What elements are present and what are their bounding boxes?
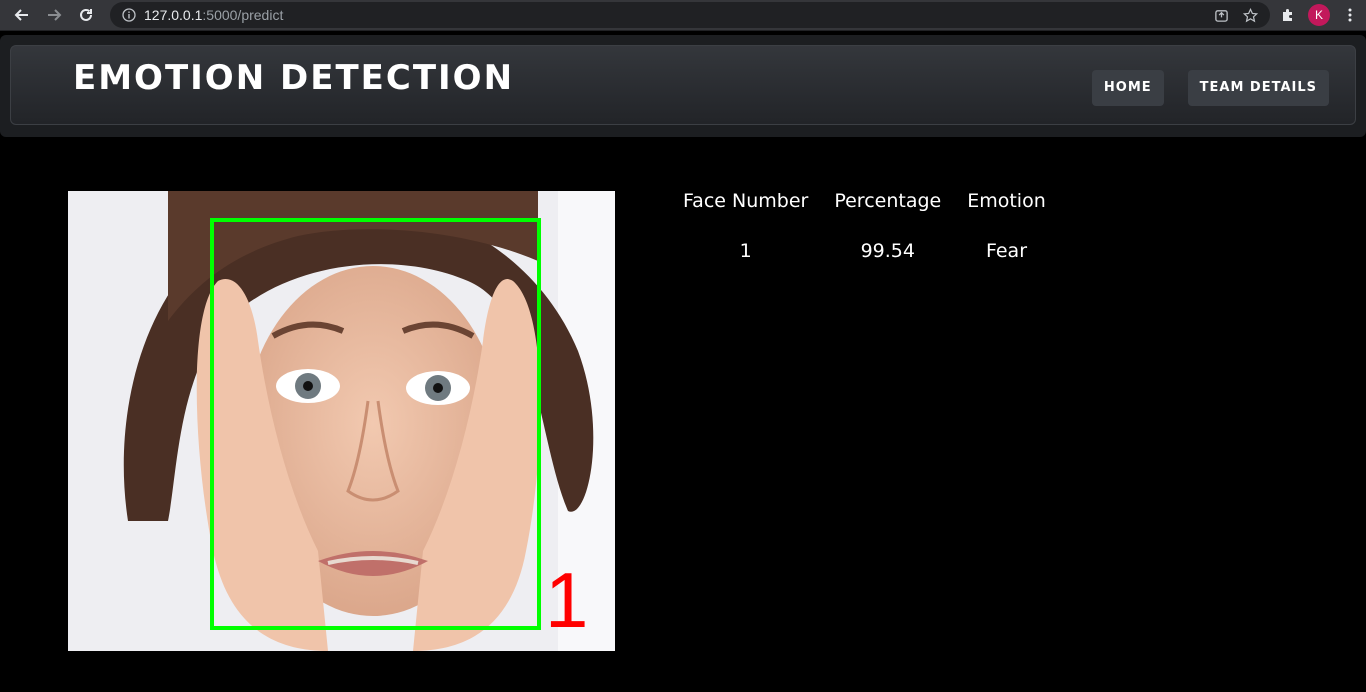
reload-icon: [80, 8, 92, 21]
share-icon[interactable]: [1214, 8, 1229, 23]
extensions-puzzle-icon[interactable]: [1280, 7, 1296, 23]
back-button[interactable]: [8, 1, 36, 29]
site-header: EMOTION DETECTION HOME TEAM DETAILS: [10, 45, 1356, 125]
header-face-number: Face Number: [683, 190, 809, 212]
browser-toolbar: 127.0.0.1:5000/predict K: [0, 0, 1366, 31]
results-table: Face Number Percentage Emotion 1 99.54 F…: [670, 180, 1059, 270]
nav-team-details-link[interactable]: TEAM DETAILS: [1187, 70, 1329, 106]
cell-percentage: 99.54: [860, 240, 915, 262]
address-bar[interactable]: 127.0.0.1:5000/predict: [110, 2, 1270, 28]
reload-button[interactable]: [72, 1, 100, 29]
detected-face-image: 1: [68, 191, 615, 651]
face-photo: 1: [68, 191, 615, 651]
bookmark-star-icon[interactable]: [1243, 7, 1258, 23]
forward-arrow-icon: [48, 9, 62, 21]
info-icon[interactable]: [122, 8, 136, 22]
header-percentage: Percentage: [834, 190, 942, 212]
results-header-row: Face Number Percentage Emotion: [670, 180, 1059, 222]
forward-button[interactable]: [40, 1, 68, 29]
nav-home-link[interactable]: HOME: [1091, 70, 1164, 106]
back-arrow-icon: [14, 9, 28, 21]
cell-emotion: Fear: [985, 240, 1028, 262]
site-title: EMOTION DETECTION: [73, 58, 515, 98]
main-nav: HOME TEAM DETAILS: [1091, 70, 1329, 106]
face-number-label: 1: [545, 556, 588, 644]
table-row: 1 99.54 Fear: [670, 222, 1059, 270]
url-path: :5000/predict: [202, 7, 284, 23]
cell-face-number: 1: [739, 240, 752, 262]
menu-kebab-icon[interactable]: [1342, 7, 1358, 23]
header-emotion: Emotion: [967, 190, 1046, 212]
profile-avatar[interactable]: K: [1308, 4, 1330, 26]
site-header-wrapper: EMOTION DETECTION HOME TEAM DETAILS: [0, 35, 1366, 137]
url-host: 127.0.0.1: [144, 7, 203, 23]
